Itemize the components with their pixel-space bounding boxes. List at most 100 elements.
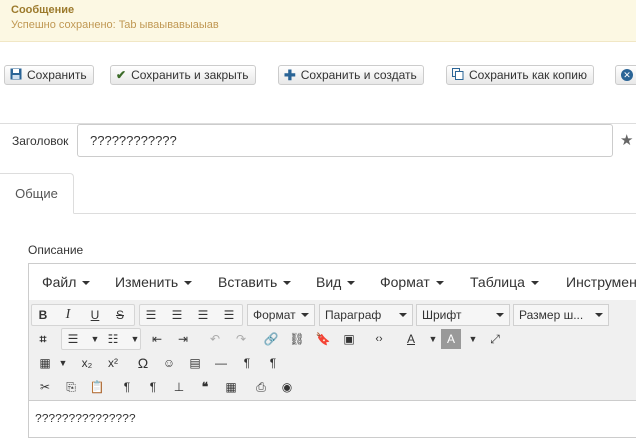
save-as-copy-label: Сохранить как копию (469, 68, 587, 82)
media-icon[interactable]: ▤ (185, 353, 205, 373)
visual-chars-icon[interactable]: ¶ (143, 377, 163, 397)
format-dropdown-label: Формат (253, 308, 296, 322)
message-title: Сообщение (11, 4, 75, 16)
blockquote-icon[interactable]: ❝ (195, 377, 215, 397)
print-icon[interactable]: ⎙ (251, 377, 271, 397)
menu-table[interactable]: Таблица (470, 274, 539, 290)
editor-toolbar: B I U S ☰ ☰ ☰ ☰ Формат Параграф Шрифт Ра… (29, 300, 636, 401)
superscript-icon[interactable]: x² (103, 353, 123, 373)
align-justify-icon[interactable]: ☰ (219, 305, 239, 325)
subscript-icon[interactable]: x₂ (77, 353, 97, 373)
menu-edit[interactable]: Изменить (115, 274, 193, 290)
special-char-icon[interactable]: Ω (133, 353, 153, 373)
menu-edit-label: Изменить (115, 274, 179, 290)
text-color-icon[interactable]: A (401, 329, 421, 349)
paste-icon[interactable]: 📋 (87, 377, 107, 397)
chevron-down-icon[interactable]: ▼ (53, 353, 73, 373)
font-dropdown[interactable]: Шрифт (416, 304, 510, 326)
message-text: Успешно сохранено: Tab ываывавыаыав (11, 19, 219, 31)
menu-format[interactable]: Формат (380, 274, 444, 290)
menu-tools[interactable]: Инструменты (566, 274, 636, 290)
menu-file[interactable]: Файл (42, 274, 91, 290)
close-icon: ✕ (621, 69, 633, 81)
ltr-icon[interactable]: ¶ (237, 353, 257, 373)
chevron-down-icon (184, 281, 193, 286)
bold-icon[interactable]: B (33, 305, 53, 325)
system-message: Сообщение Успешно сохранено: Tab ываывав… (0, 0, 636, 42)
menu-format-label: Формат (380, 274, 430, 290)
format-dropdown[interactable]: Формат (247, 304, 315, 326)
save-and-new-label: Сохранить и создать (300, 68, 417, 82)
fullscreen-icon[interactable]: ⤢ (485, 329, 505, 349)
rich-text-editor: Файл Изменить Вставить Вид Формат Таблиц… (28, 263, 636, 438)
chevron-down-icon (530, 281, 539, 286)
plus-icon: ✚ (284, 67, 296, 83)
insert-date-icon[interactable]: ⊥ (169, 377, 189, 397)
save-as-copy-button[interactable]: Сохранить как копию (446, 65, 594, 85)
indent-icon[interactable]: ⇥ (173, 329, 193, 349)
outdent-icon[interactable]: ⇤ (147, 329, 167, 349)
italic-icon[interactable]: I (58, 305, 78, 325)
save-button[interactable]: Сохранить (4, 65, 94, 85)
menu-view-label: Вид (316, 274, 342, 290)
description-label: Описание (28, 243, 84, 257)
menu-file-label: Файл (42, 274, 77, 290)
chevron-down-icon (82, 281, 91, 286)
chevron-down-icon (435, 281, 444, 286)
cut-icon[interactable]: ✂ (35, 377, 55, 397)
background-color-icon[interactable]: A (441, 329, 461, 349)
font-size-dropdown-label: Размер ш... (519, 308, 584, 322)
star-icon: ★ (620, 132, 634, 149)
tab-bar-line (0, 213, 636, 214)
chevron-down-icon[interactable]: ▼ (125, 329, 145, 349)
emoticon-icon[interactable]: ☺ (159, 353, 179, 373)
link-icon[interactable]: 🔗 (261, 329, 281, 349)
menu-view[interactable]: Вид (316, 274, 356, 290)
rtl-icon[interactable]: ¶ (263, 353, 283, 373)
copy-icon[interactable]: ⎘ (61, 377, 81, 397)
check-icon: ✔ (116, 68, 127, 82)
horizontal-rule-icon[interactable]: — (211, 353, 231, 373)
font-size-dropdown[interactable]: Размер ш... (513, 304, 609, 326)
chevron-down-icon[interactable]: ▼ (463, 329, 483, 349)
undo-icon[interactable]: ↶ (205, 329, 225, 349)
save-icon (10, 68, 22, 82)
menu-table-label: Таблица (470, 274, 525, 290)
editor-content[interactable]: ??????????????? (35, 412, 136, 426)
numbered-list-icon[interactable]: ☷ (103, 329, 123, 349)
show-blocks-icon[interactable]: ¶ (117, 377, 137, 397)
save-and-close-label: Сохранить и закрыть (131, 68, 249, 82)
menu-insert-label: Вставить (218, 274, 278, 290)
image-icon[interactable]: ▣ (339, 329, 359, 349)
align-center-icon[interactable]: ☰ (167, 305, 187, 325)
align-right-icon[interactable]: ☰ (193, 305, 213, 325)
table-icon[interactable]: ▦ (35, 353, 55, 373)
preview-icon[interactable]: ◉ (277, 377, 297, 397)
close-button[interactable]: ✕ (615, 65, 636, 85)
chevron-down-icon (283, 281, 292, 286)
align-left-icon[interactable]: ☰ (141, 305, 161, 325)
unlink-icon[interactable]: ⛓ (287, 329, 307, 349)
strikethrough-icon[interactable]: S (110, 305, 130, 325)
title-input[interactable] (77, 124, 613, 157)
template-icon[interactable]: ▦ (221, 377, 241, 397)
underline-icon[interactable]: U (85, 305, 105, 325)
chevron-down-icon[interactable]: ▼ (85, 329, 105, 349)
chevron-down-icon (301, 313, 309, 317)
paragraph-dropdown[interactable]: Параграф (319, 304, 413, 326)
chevron-down-icon (496, 313, 504, 317)
redo-icon[interactable]: ↷ (231, 329, 251, 349)
bullet-list-icon[interactable]: ☰ (63, 329, 83, 349)
menu-insert[interactable]: Вставить (218, 274, 292, 290)
chevron-down-icon[interactable]: ▼ (423, 329, 443, 349)
title-label: Заголовок (12, 134, 69, 148)
find-icon[interactable]: ⌗ (33, 329, 53, 349)
tab-general[interactable]: Общие (0, 173, 74, 214)
bookmark-icon[interactable]: 🔖 (313, 329, 333, 349)
save-and-close-button[interactable]: ✔ Сохранить и закрыть (110, 65, 256, 85)
save-and-new-button[interactable]: ✚ Сохранить и создать (278, 65, 424, 85)
code-icon[interactable]: ‹› (369, 329, 389, 349)
copy-icon (452, 68, 464, 82)
paragraph-dropdown-label: Параграф (325, 308, 382, 322)
font-dropdown-label: Шрифт (422, 308, 462, 322)
